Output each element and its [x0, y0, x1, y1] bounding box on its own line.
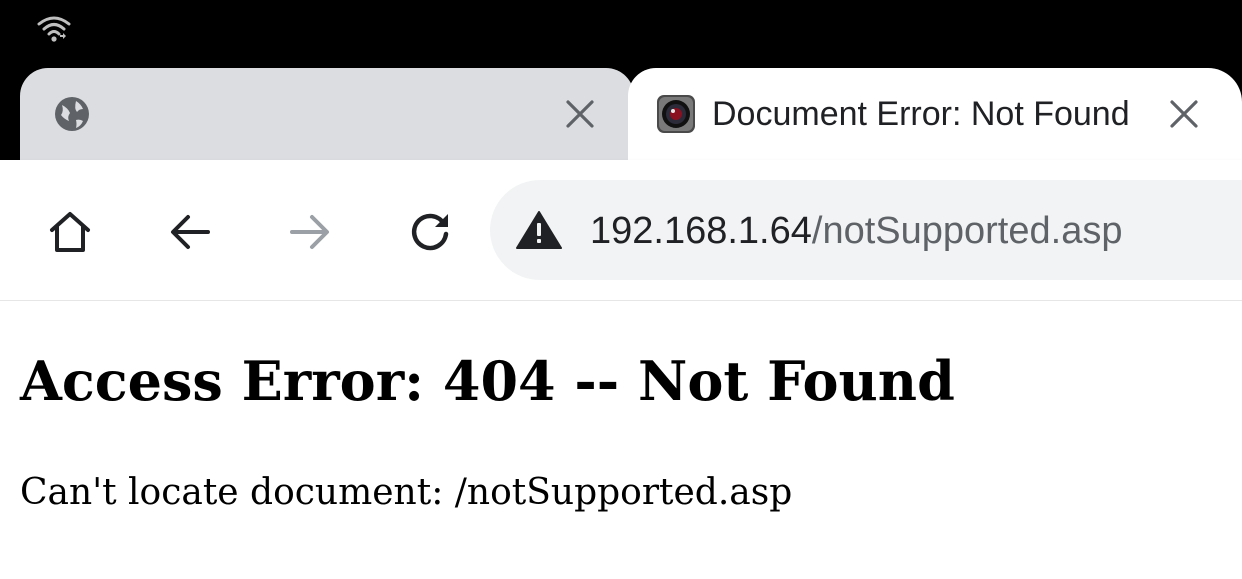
tab-title: Document Error: Not Found [712, 95, 1130, 133]
home-icon[interactable] [46, 208, 94, 256]
camera-lens-icon [657, 95, 695, 133]
forward-arrow-icon[interactable] [286, 208, 334, 256]
address-bar[interactable]: 192.168.1.64/notSupported.asp [490, 180, 1242, 280]
url-path: /notSupported.asp [811, 210, 1123, 252]
warning-icon[interactable] [516, 210, 562, 250]
tab-active[interactable]: Document Error: Not Found [628, 68, 1242, 160]
url-host: 192.168.1.64 [590, 210, 812, 252]
url-text: 192.168.1.64/notSupported.asp [590, 208, 1122, 254]
page-content: Access Error: 404 -- Not Found Can't loc… [0, 301, 1242, 579]
reload-icon[interactable] [406, 208, 454, 256]
toolbar: 192.168.1.64/notSupported.asp [0, 160, 1242, 301]
tab-strip: Document Error: Not Found [0, 60, 1242, 160]
close-icon[interactable] [564, 98, 596, 130]
wifi-icon [37, 16, 71, 42]
error-message: Can't locate document: /notSupported.asp [20, 472, 793, 513]
tab-inactive[interactable] [20, 68, 634, 160]
close-icon[interactable] [1168, 98, 1200, 130]
globe-icon [55, 97, 89, 131]
back-arrow-icon[interactable] [166, 208, 214, 256]
page-heading: Access Error: 404 -- Not Found [20, 349, 955, 413]
